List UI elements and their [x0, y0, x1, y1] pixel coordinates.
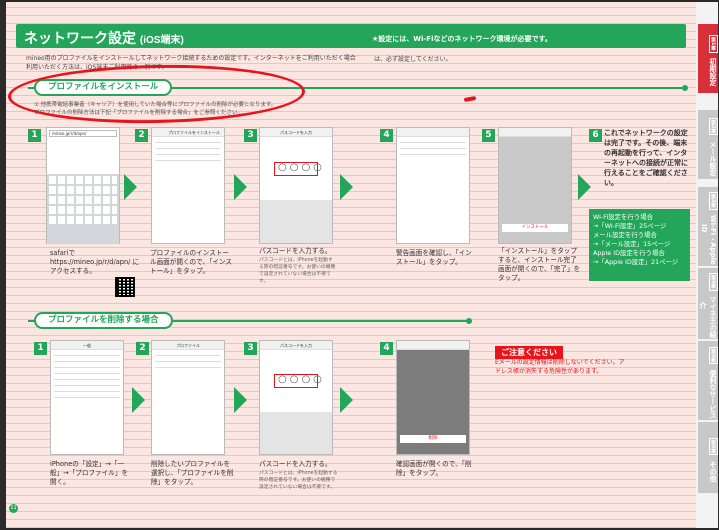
next-settings-line: →「Wi-Fi設定」25ページ [593, 222, 667, 230]
step-arrow [234, 387, 247, 413]
tab-chip: 第1章 [709, 35, 718, 53]
tab-label: Wi-Fi・Apple ID [700, 215, 717, 265]
install-confirm-button: インストール [502, 224, 568, 232]
passcode-dots: ○○○○ [278, 162, 325, 173]
delete-step-2-caption: 削除したいプロファイルを選択し、「プロファイルを削除」をタップ。 [151, 460, 234, 486]
next-settings-line: Wi-Fi設定を行う場合 [593, 213, 653, 221]
tab-other[interactable]: 第6章 その他 [698, 422, 718, 494]
tab-initial-settings[interactable]: 第1章 初期設定 [698, 24, 718, 94]
tab-chip: 第6章 [709, 437, 718, 456]
safari-url-field: mineo.jp/r/d/apn/ [49, 130, 117, 137]
step-arrow [340, 387, 353, 413]
screen-title: パスコードを入力 [260, 128, 332, 137]
caution-body: Eメールの設定情報は削除しないでください。アドレス帳が消失する危険性があります。 [495, 359, 625, 375]
tab-community[interactable]: 第4章 マイネ王の紹介 [698, 268, 718, 340]
delete-step-3-caption: パスコードを入力する。 [259, 460, 332, 468]
delete-step-4-caption: 確認画面が開くので、「削除」をタップ。 [396, 460, 472, 477]
install-step-2-screenshot: プロファイルをインストール [151, 127, 225, 244]
chapter-tabs: 第1章 初期設定 第2章 メール設定 第3章 Wi-Fi・Apple ID 第4… [696, 2, 718, 528]
page-title: ネットワーク設定 (iOS端末) [24, 28, 184, 48]
next-settings-line: Apple ID設定を行う場合 [593, 249, 665, 257]
delete-step-3-number: 3 [244, 342, 257, 355]
delete-confirm-button: 削除 [400, 435, 466, 443]
install-step-5-caption: 「インストール」をタップすると、インストール完了画面が開くので、「完了」をタップ… [498, 247, 581, 282]
section-rule-dot [682, 85, 688, 91]
delete-step-1-number: 1 [34, 342, 47, 355]
install-step-3-caption: パスコードを入力する。 [259, 247, 332, 255]
tab-chip: 第2章 [709, 117, 718, 136]
step-arrow [578, 174, 591, 200]
title-suffix: (iOS端末) [139, 35, 184, 46]
install-step-3-number: 3 [244, 129, 257, 142]
tab-services[interactable]: 第5章 便利なサービス [698, 341, 718, 421]
step-arrow [234, 174, 247, 200]
tab-label: 初期設定 [709, 57, 717, 86]
title-text: ネットワーク設定 [24, 30, 136, 46]
install-step-1-caption: safariで https://mineo.jp/r/d/apn/ にアクセスす… [50, 249, 140, 275]
next-settings-line: メール設定を行う場合 [593, 231, 657, 239]
install-step-4-screenshot [396, 127, 470, 244]
delete-step-1-caption: iPhoneの「設定」→「一般」→「プロファイル」を開く。 [50, 460, 129, 486]
tab-label: その他 [709, 460, 717, 482]
install-step-2-number: 2 [135, 129, 148, 142]
qr-code [115, 277, 135, 297]
install-step-5-number: 5 [482, 129, 495, 142]
install-step-2-caption: プロファイルのインストール画面が開くので、「インストール」をタップ。 [150, 249, 233, 275]
numeric-keypad [260, 412, 332, 454]
step-arrow [124, 174, 137, 200]
install-step-6-caption: これでネットワークの設定は完了です。その後、端末の再起動を行って、インターネット… [604, 129, 688, 187]
passcode-dots: ○○○○ [278, 374, 325, 385]
page-number-left: 11 [9, 504, 18, 513]
tab-label: メール設定 [709, 140, 717, 176]
screen-title: プロファイル [152, 341, 224, 350]
delete-step-1-screenshot: 一般 [50, 340, 124, 455]
delete-step-4-number: 4 [380, 342, 393, 355]
tab-chip: 第5章 [709, 346, 718, 365]
install-step-5-screenshot: インストール [498, 127, 572, 244]
tab-chip: 第4章 [709, 273, 718, 291]
screen-title: プロファイルをインストール [152, 128, 224, 137]
tab-mail-settings[interactable]: 第2章 メール設定 [698, 110, 718, 180]
section-delete-label: プロファイルを削除する場合 [34, 312, 173, 329]
manual-spread: ネットワーク設定 (iOS端末) ★設定には、Wi-Fiなどのネットワーク環境が… [6, 2, 718, 528]
delete-step-2-screenshot: プロファイル [151, 340, 225, 455]
tab-wifi-appleid[interactable]: 第3章 Wi-Fi・Apple ID [698, 187, 718, 267]
delete-step-2-number: 2 [136, 342, 149, 355]
next-settings-box: Wi-Fi設定を行う場合 →「Wi-Fi設定」25ページ メール設定を行う場合 … [589, 209, 690, 281]
header-note: ★設定には、Wi-Fiなどのネットワーク環境が必要です。 [372, 35, 552, 43]
step-arrow [132, 387, 145, 413]
ios-keyboard [47, 174, 119, 244]
section-rule-dot [466, 318, 472, 324]
screen-title: パスコードを入力 [260, 341, 332, 350]
delete-step-4-screenshot: 削除 [396, 340, 470, 455]
next-settings-line: →「Apple ID設定」21ページ [593, 258, 679, 266]
install-step-4-number: 4 [380, 129, 393, 142]
tab-chip: 第3章 [709, 192, 718, 210]
install-step-4-caption: 警告画面を確認し、「インストール」をタップ。 [396, 249, 472, 266]
screen-title: 一般 [51, 341, 123, 350]
delete-step-3-note: パスコードとは、iPhoneを起動する際の暗証番号です。お使いの機種で設定されて… [259, 471, 338, 490]
intro-line-1: mineo用のプロファイルをインストールしてネットワーク接続するための設定です。… [26, 55, 356, 62]
tab-label: マイネ王の紹介 [699, 295, 717, 338]
install-step-3-note: パスコードとは、iPhoneを起動する際の暗証番号です。お使いの機種で設定されて… [259, 258, 336, 284]
install-step-1-number: 1 [28, 129, 41, 142]
tab-label: 便利なサービス [709, 369, 717, 419]
install-step-6-number: 6 [589, 129, 602, 142]
intro-text-right: は、必ず設定してください。 [374, 56, 452, 63]
step-arrow [340, 174, 353, 200]
numeric-keypad [260, 200, 332, 243]
next-settings-line: →「メール設定」15ページ [593, 240, 671, 248]
